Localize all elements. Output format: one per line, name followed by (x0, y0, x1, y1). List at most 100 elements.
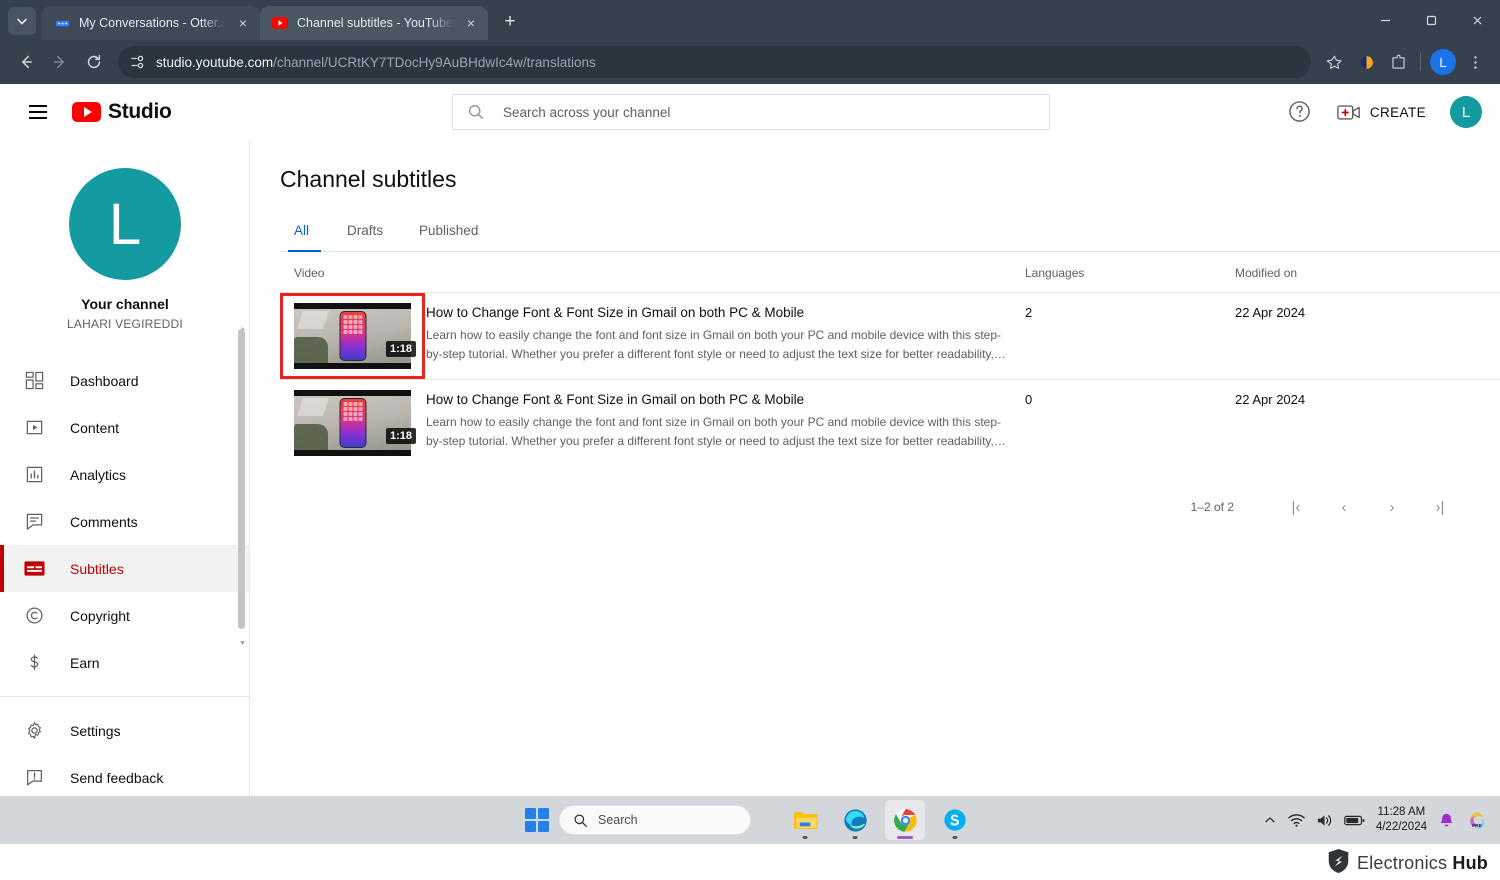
site-settings-icon[interactable] (130, 54, 146, 70)
languages-count: 0 (1025, 392, 1033, 407)
bell-icon[interactable] (1438, 812, 1455, 829)
google-chrome-icon[interactable] (885, 800, 925, 840)
browser-menu-icon[interactable] (1460, 47, 1490, 77)
previous-page-button[interactable]: ‹ (1320, 490, 1368, 524)
sidebar-item-settings[interactable]: Settings (0, 707, 250, 754)
create-button[interactable]: CREATE (1327, 97, 1436, 128)
sidebar-item-content[interactable]: Content (0, 404, 250, 451)
sidebar-item-label: Analytics (70, 466, 127, 483)
video-description: Learn how to easily change the font and … (426, 328, 1006, 361)
earn-dollar-icon (22, 651, 46, 675)
channel-search-input[interactable]: Search across your channel (452, 94, 1050, 130)
sidebar-item-send-feedback[interactable]: Send feedback (0, 754, 250, 801)
wifi-icon[interactable] (1288, 813, 1305, 828)
help-circle-icon[interactable] (1287, 99, 1313, 125)
tab-search-button[interactable] (8, 7, 36, 35)
back-button[interactable] (10, 46, 42, 78)
maximize-icon[interactable] (1408, 0, 1454, 40)
sidebar-scrollbar[interactable] (238, 329, 245, 629)
new-tab-button[interactable]: + (496, 8, 524, 36)
search-icon (573, 813, 588, 828)
browser-profile-avatar[interactable]: L (1428, 47, 1458, 77)
address-bar[interactable]: studio.youtube.com/channel/UCRtKY7TDocHy… (118, 46, 1311, 78)
volume-icon[interactable] (1316, 813, 1333, 828)
sidebar-item-label: Settings (70, 722, 121, 739)
video-duration: 1:18 (385, 341, 416, 357)
svg-text:PRE: PRE (1472, 823, 1482, 829)
sidebar-item-label: Subtitles (70, 560, 124, 577)
microsoft-edge-icon[interactable] (835, 800, 875, 840)
copilot-icon[interactable]: PRE (1466, 809, 1488, 831)
battery-icon[interactable] (1343, 814, 1365, 827)
skype-icon[interactable] (935, 800, 975, 840)
video-thumbnail[interactable]: 1:18 (280, 293, 426, 379)
sidebar-item-dashboard[interactable]: Dashboard (0, 357, 250, 404)
sidebar-item-subtitles[interactable]: Subtitles (0, 545, 250, 592)
sidebar-item-earn[interactable]: Earn (0, 639, 250, 686)
video-title[interactable]: How to Change Font & Font Size in Gmail … (426, 392, 1025, 407)
browser-tab-youtube-studio[interactable]: Channel subtitles - YouTube St × (260, 6, 488, 40)
sidebar-item-label: Content (70, 419, 120, 436)
system-tray: 11:28 AM 4/22/2024 PRE (1263, 805, 1488, 835)
taskbar-search-input[interactable]: Search (559, 805, 751, 835)
close-icon[interactable] (1454, 0, 1500, 40)
column-header-modified: Modified on (1235, 266, 1298, 280)
video-title[interactable]: How to Change Font & Font Size in Gmail … (426, 305, 1025, 320)
column-header-languages: Languages (1025, 266, 1085, 280)
studio-logo[interactable]: Studio (72, 100, 172, 124)
search-placeholder: Search across your channel (503, 104, 671, 120)
next-page-button[interactable]: › (1368, 490, 1416, 524)
close-icon[interactable]: × (462, 14, 480, 32)
scroll-down-arrow-icon[interactable]: ▼ (239, 640, 246, 647)
first-page-button[interactable]: |‹ (1272, 490, 1320, 524)
content-tabs: All Drafts Published (280, 223, 1500, 252)
tab-strip: My Conversations - Otter.ai × Channel su… (0, 0, 1500, 40)
extensions-puzzle-icon[interactable] (1383, 47, 1413, 77)
gear-icon (22, 719, 46, 743)
last-page-button[interactable]: ›| (1416, 490, 1464, 524)
bookmark-star-icon[interactable] (1319, 47, 1349, 77)
url-path: /channel/UCRtKY7TDocHy9AuBHdwIc4w/transl… (273, 54, 596, 70)
url-host: studio.youtube.com (156, 54, 274, 70)
watermark-brand-bold: Hub (1452, 853, 1488, 873)
watermark-brand-light: Electronics (1356, 853, 1453, 873)
chevron-down-icon (17, 18, 27, 25)
sidebar-item-copyright[interactable]: Copyright (0, 592, 250, 639)
thumbnail-image (294, 390, 411, 456)
sidebar-nav: Dashboard Content Analytics Comments Sub… (0, 349, 250, 801)
modified-date: 22 Apr 2024 (1235, 305, 1306, 320)
reload-button[interactable] (78, 46, 110, 78)
browser-tab-otter[interactable]: My Conversations - Otter.ai × (42, 6, 260, 40)
video-thumbnail[interactable]: 1:18 (294, 390, 426, 456)
sidebar-item-analytics[interactable]: Analytics (0, 451, 250, 498)
tab-published[interactable]: Published (401, 223, 496, 251)
table-row[interactable]: 1:18 How to Change Font & Font Size in G… (280, 379, 1500, 466)
sidebar-item-label: Dashboard (70, 372, 139, 389)
tab-all[interactable]: All (280, 223, 329, 252)
sidebar-item-label: Copyright (70, 607, 130, 624)
watermark-text: Electronics Hub (1357, 853, 1488, 874)
file-explorer-icon[interactable] (785, 800, 825, 840)
taskbar-clock[interactable]: 11:28 AM 4/22/2024 (1376, 805, 1427, 835)
minimize-icon[interactable] (1362, 0, 1408, 40)
tab-drafts[interactable]: Drafts (329, 223, 401, 251)
extension-profile-icon[interactable] (1351, 47, 1381, 77)
table-row[interactable]: 1:18 How to Change Font & Font Size in G… (280, 292, 1500, 379)
create-label: CREATE (1369, 104, 1426, 120)
window-controls (1362, 0, 1500, 40)
hamburger-menu-icon[interactable] (18, 92, 58, 132)
account-avatar[interactable]: L (1450, 96, 1482, 128)
close-icon[interactable]: × (234, 14, 252, 32)
sidebar-item-comments[interactable]: Comments (0, 498, 250, 545)
forward-button[interactable] (44, 46, 76, 78)
main-content: Channel subtitles All Drafts Published V… (250, 140, 1500, 796)
avatar: L (69, 168, 181, 280)
otter-icon (54, 15, 70, 31)
page-title: Channel subtitles (280, 166, 457, 192)
chevron-up-icon[interactable] (1263, 813, 1277, 827)
channel-name: LAHARI VEGIREDDI (67, 317, 183, 331)
sidebar-channel-card[interactable]: L Your channel LAHARI VEGIREDDI (0, 140, 250, 349)
video-info-cell: How to Change Font & Font Size in Gmail … (426, 390, 1025, 451)
page-content: Studio Search across your channel CREATE (0, 84, 1500, 796)
windows-start-icon[interactable] (525, 808, 549, 832)
